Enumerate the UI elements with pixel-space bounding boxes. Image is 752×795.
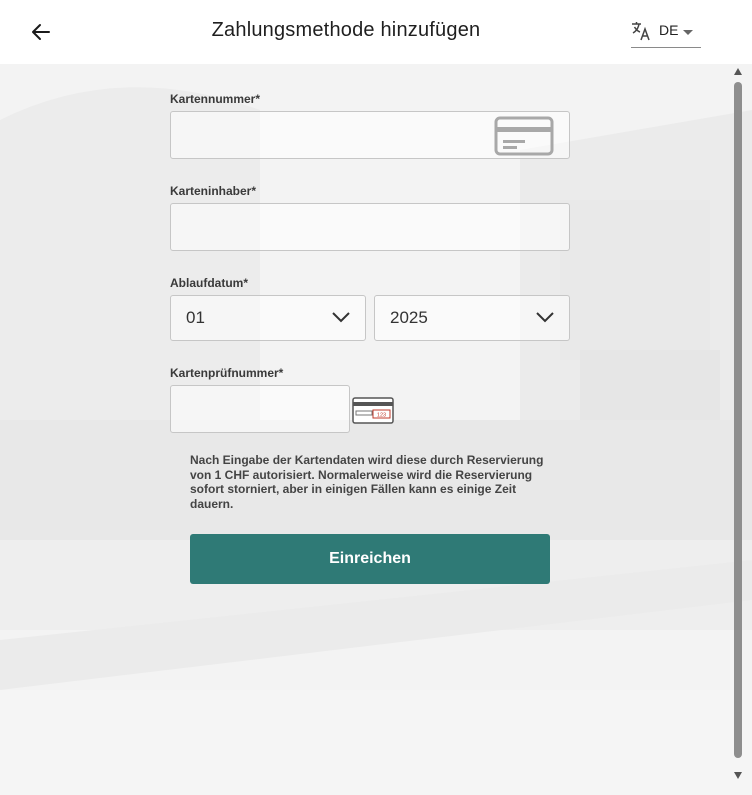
- payment-form: Kartennummer* Karteninhaber* Ablaufdatum…: [0, 0, 752, 795]
- payment-method-page: Zahlungsmethode hinzufügen DE Kartennumm…: [0, 0, 752, 795]
- scroll-thumb[interactable]: [734, 82, 742, 758]
- card-cvv-icon: 123: [352, 397, 394, 424]
- top-bar: Zahlungsmethode hinzufügen DE: [0, 0, 752, 64]
- expiry-month-value: 01: [186, 308, 205, 327]
- cvv-icon-text: 123: [377, 413, 386, 419]
- expiry-year-value: 2025: [390, 308, 428, 327]
- expiry-year-select[interactable]: 2025: [374, 295, 570, 341]
- expiry-month-select[interactable]: 01: [170, 295, 366, 341]
- cvv-label: Kartenprüfnummer*: [170, 366, 284, 380]
- cvv-input[interactable]: [170, 385, 350, 433]
- chevron-down-icon: [536, 312, 554, 323]
- authorization-info-text: Nach Eingabe der Kartendaten wird diese …: [190, 453, 544, 511]
- submit-button[interactable]: Einreichen: [190, 534, 550, 584]
- credit-card-icon: [494, 116, 554, 156]
- translate-icon: [632, 22, 650, 41]
- card-holder-input[interactable]: [170, 203, 570, 251]
- language-select[interactable]: DE: [631, 20, 701, 48]
- page-title: Zahlungsmethode hinzufügen: [211, 19, 481, 41]
- scroll-down-arrow-icon[interactable]: [734, 772, 742, 779]
- card-number-label: Kartennummer*: [170, 92, 261, 106]
- language-label: DE: [659, 22, 679, 38]
- expiry-label: Ablaufdatum*: [170, 276, 248, 290]
- scroll-up-arrow-icon[interactable]: [734, 68, 742, 75]
- card-number-input[interactable]: [170, 111, 570, 159]
- card-holder-label: Karteninhaber*: [170, 184, 257, 198]
- chevron-down-icon: [332, 312, 350, 323]
- caret-down-icon: [683, 30, 693, 35]
- scrollbar[interactable]: [733, 64, 743, 786]
